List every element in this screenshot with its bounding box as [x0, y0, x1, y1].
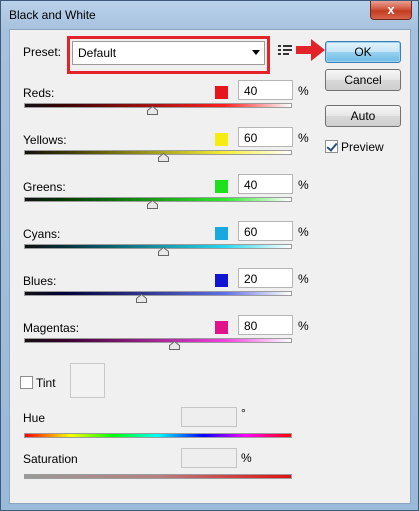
- slider-thumb[interactable]: [168, 341, 180, 350]
- slider-row-magentas: Magentas: 80 %: [10, 315, 410, 368]
- slider-thumb[interactable]: [147, 200, 159, 209]
- percent-label: %: [298, 131, 309, 145]
- slider-label: Cyans:: [23, 227, 61, 241]
- slider-label: Blues:: [23, 274, 57, 288]
- color-swatch: [215, 86, 228, 99]
- percent-label: %: [298, 272, 309, 286]
- saturation-field[interactable]: [181, 448, 237, 468]
- preset-options-icon[interactable]: [278, 45, 292, 57]
- preset-dropdown[interactable]: Default: [72, 41, 265, 65]
- ok-button[interactable]: OK: [325, 41, 401, 63]
- close-button[interactable]: x: [370, 1, 412, 20]
- dialog-window: Black and White x Preset: Default OK Can…: [0, 0, 419, 511]
- hue-slider-track[interactable]: [24, 433, 292, 438]
- value-field[interactable]: 60: [238, 127, 293, 147]
- hue-label: Hue: [23, 411, 46, 425]
- value-field[interactable]: 20: [238, 268, 293, 288]
- title-bar[interactable]: Black and White x: [1, 1, 418, 29]
- slider-row-yellows: Yellows: 60 %: [10, 127, 410, 180]
- slider-track[interactable]: [24, 338, 292, 343]
- tint-option[interactable]: Tint: [20, 375, 56, 390]
- color-swatch: [215, 180, 228, 193]
- tint-checkbox[interactable]: [20, 376, 33, 390]
- slider-row-greens: Greens: 40 %: [10, 174, 410, 227]
- value-field[interactable]: 40: [238, 174, 293, 194]
- tint-color-swatch[interactable]: [70, 363, 105, 398]
- hue-field[interactable]: [181, 407, 237, 427]
- saturation-label: Saturation: [23, 452, 78, 466]
- dialog-body: Preset: Default OK Cancel Auto Preview R…: [9, 29, 411, 504]
- slider-label: Magentas:: [23, 321, 80, 335]
- color-swatch: [215, 321, 228, 334]
- preset-label: Preset:: [23, 45, 62, 59]
- value-field[interactable]: 80: [238, 315, 293, 335]
- preset-value: Default: [78, 46, 117, 60]
- value-field[interactable]: 40: [238, 80, 293, 100]
- degree-label: °: [241, 406, 246, 420]
- percent-label: %: [298, 225, 309, 239]
- color-swatch: [215, 274, 228, 287]
- slider-row-reds: Reds: 40 %: [10, 80, 410, 133]
- percent-label: %: [298, 319, 309, 333]
- saturation-slider-track[interactable]: [24, 474, 292, 479]
- percent-label: %: [298, 178, 309, 192]
- slider-label: Reds:: [23, 86, 55, 100]
- chevron-down-icon: [252, 50, 260, 55]
- saturation-percent-label: %: [241, 451, 252, 465]
- window-title: Black and White: [9, 8, 96, 22]
- slider-row-cyans: Cyans: 60 %: [10, 221, 410, 274]
- percent-label: %: [298, 84, 309, 98]
- slider-track[interactable]: [24, 291, 292, 296]
- value-field[interactable]: 60: [238, 221, 293, 241]
- tint-label: Tint: [36, 375, 56, 390]
- slider-thumb[interactable]: [157, 153, 169, 162]
- slider-label: Yellows:: [23, 133, 67, 147]
- slider-label: Greens:: [23, 180, 66, 194]
- color-swatch: [215, 133, 228, 146]
- slider-thumb[interactable]: [136, 294, 148, 303]
- slider-thumb[interactable]: [157, 247, 169, 256]
- red-arrow-icon: [296, 39, 325, 61]
- slider-thumb[interactable]: [147, 106, 159, 115]
- slider-row-blues: Blues: 20 %: [10, 268, 410, 321]
- color-swatch: [215, 227, 228, 240]
